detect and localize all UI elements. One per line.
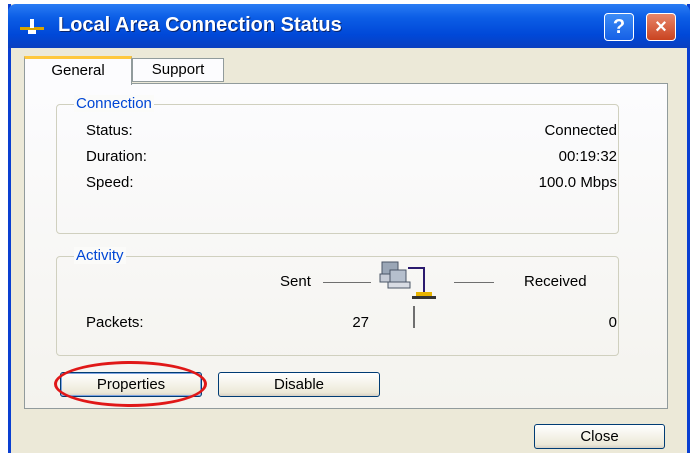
activity-group (56, 256, 619, 356)
duration-label: Duration: (86, 148, 147, 165)
connection-group (56, 104, 619, 234)
network-computers-icon (379, 261, 436, 299)
activity-group-title: Activity (74, 247, 126, 264)
properties-button[interactable]: Properties (60, 372, 202, 397)
network-connection-icon (20, 19, 44, 34)
help-button[interactable]: ? (604, 13, 634, 41)
packets-sent-value: 27 (352, 314, 369, 331)
status-value: Connected (544, 122, 617, 139)
sent-label: Sent (280, 273, 311, 290)
tab-general[interactable]: General (24, 56, 132, 85)
close-button[interactable]: Close (534, 424, 665, 449)
speed-label: Speed: (86, 174, 134, 191)
duration-value: 00:19:32 (558, 148, 617, 165)
title-bar[interactable]: Local Area Connection Status ? × (8, 4, 690, 48)
window-title: Local Area Connection Status (58, 14, 342, 36)
activity-divider (413, 306, 415, 328)
received-line (454, 282, 494, 283)
packets-received-value: 0 (608, 314, 617, 331)
speed-value: 100.0 Mbps (538, 174, 617, 191)
tab-support[interactable]: Support (132, 58, 224, 82)
received-label: Received (524, 273, 587, 290)
status-label: Status: (86, 122, 133, 139)
close-window-button[interactable]: × (646, 13, 676, 41)
close-icon: × (655, 16, 667, 38)
disable-button[interactable]: Disable (218, 372, 380, 397)
sent-line (323, 282, 371, 283)
connection-group-title: Connection (74, 95, 154, 112)
packets-label: Packets: (86, 314, 144, 331)
